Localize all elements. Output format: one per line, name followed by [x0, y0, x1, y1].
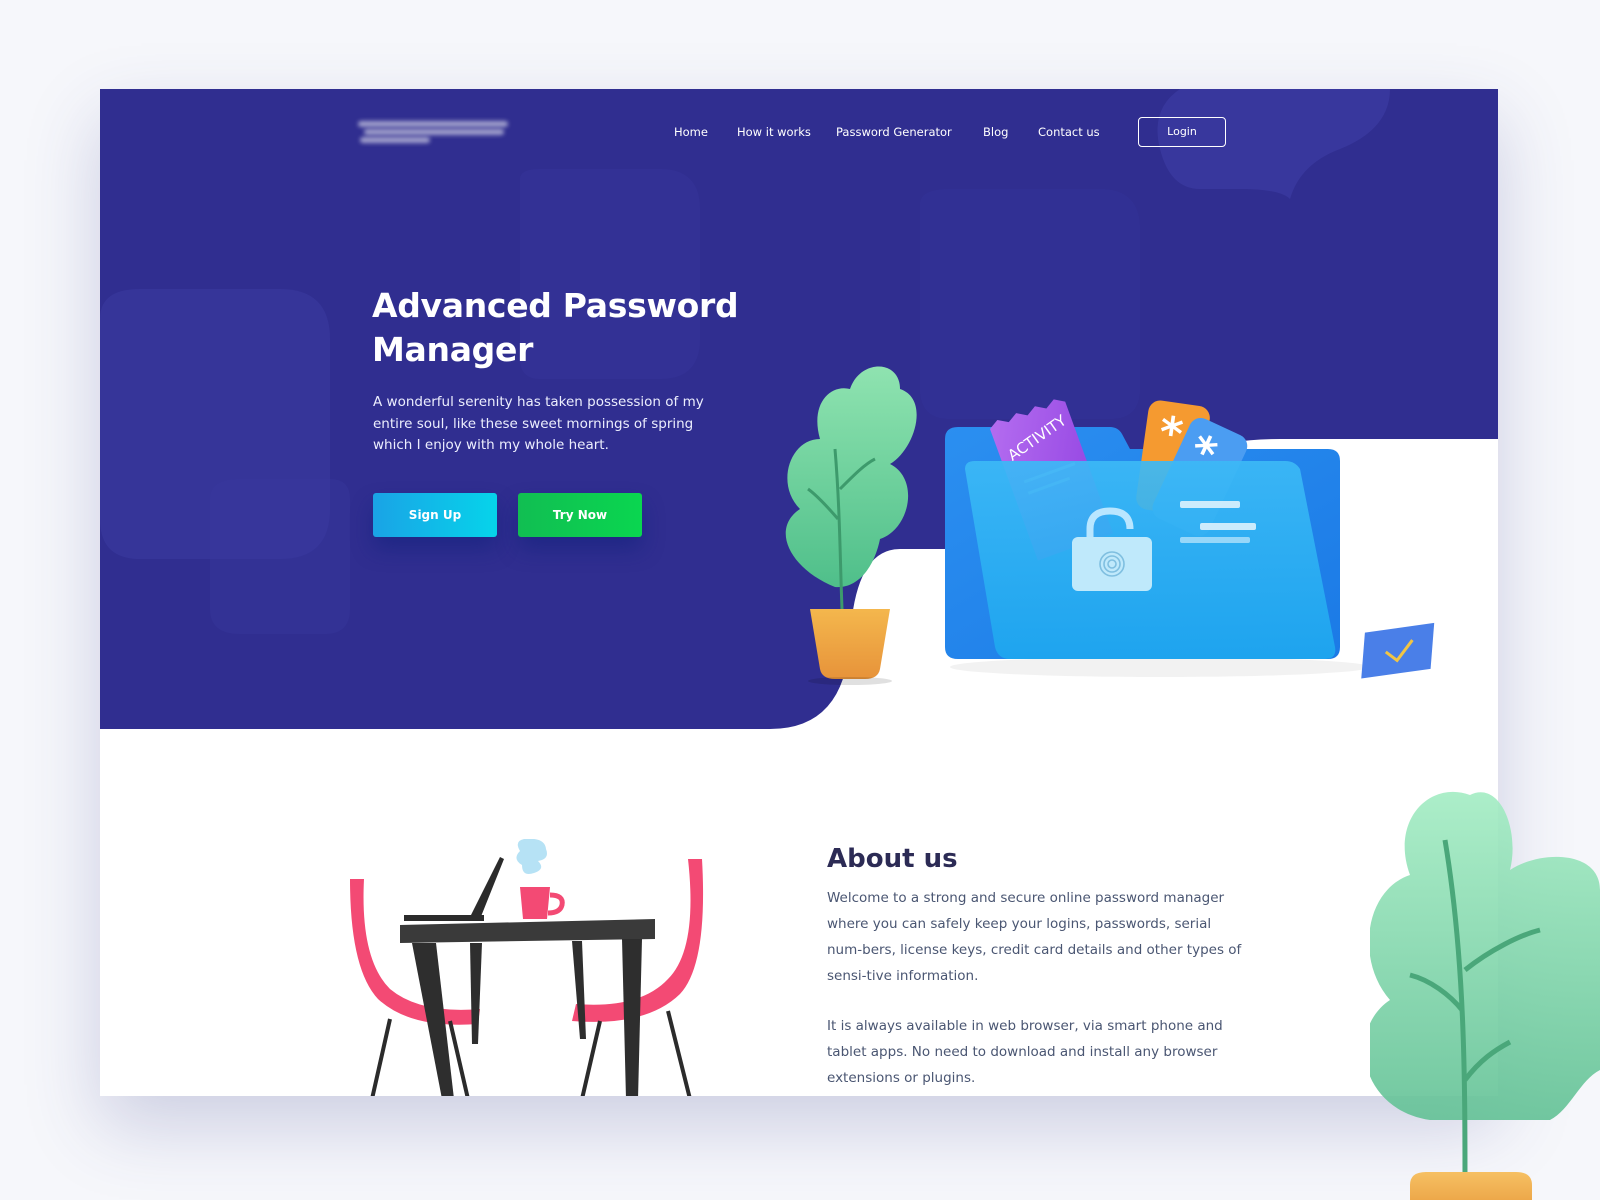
checkmark-icon [1361, 622, 1435, 679]
hero-title: Advanced Password Manager [372, 286, 739, 369]
about-title: About us [827, 844, 958, 874]
nav-link-password-generator[interactable]: Password Generator [836, 122, 952, 142]
try-now-button[interactable]: Try Now [518, 493, 642, 537]
nav-link-how-it-works[interactable]: How it works [737, 122, 811, 142]
decorative-plant-icon [1370, 791, 1600, 1200]
laptop-icon [404, 857, 504, 921]
plant-icon [785, 366, 917, 685]
hero-description: A wonderful serenity has taken possessio… [373, 394, 704, 453]
folder-icon: ACTIVITY * * [945, 399, 1340, 659]
login-button[interactable]: Login [1138, 117, 1226, 147]
hero-illustration: ACTIVITY * * [785, 366, 1435, 685]
logo[interactable] [358, 117, 510, 145]
about-illustration [350, 839, 704, 1096]
about-paragraph-1: Welcome to a strong and secure online pa… [827, 890, 1242, 984]
nav-link-home[interactable]: Home [674, 122, 708, 142]
coffee-cup-icon [520, 887, 565, 919]
about-paragraph-2: It is always available in web browser, v… [827, 1018, 1223, 1086]
chair-icon [350, 879, 480, 1096]
landing-page: Home How it works Password Generator Blo… [100, 89, 1498, 1096]
sign-up-button[interactable]: Sign Up [373, 493, 497, 537]
nav-link-blog[interactable]: Blog [983, 122, 1008, 142]
nav-link-contact-us[interactable]: Contact us [1038, 122, 1100, 142]
